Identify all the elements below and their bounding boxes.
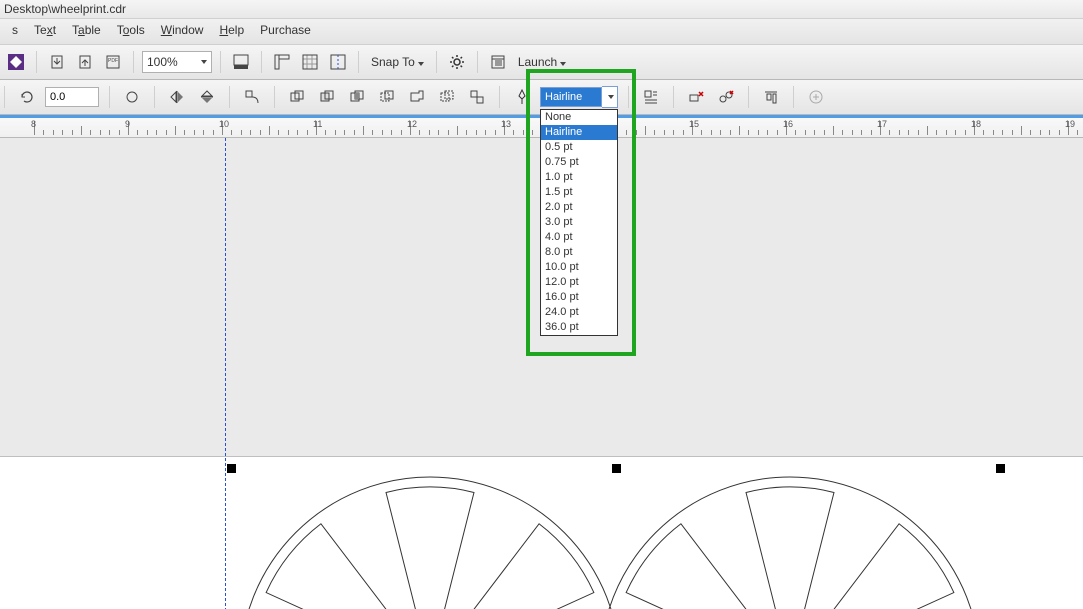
pen-outline-icon	[510, 85, 534, 109]
outline-width-option[interactable]: 10.0 pt	[541, 260, 617, 275]
export-icon[interactable]	[73, 50, 97, 74]
show-guidelines-icon[interactable]	[326, 50, 350, 74]
selection-handle[interactable]	[996, 464, 1005, 473]
outline-width-option[interactable]: 8.0 pt	[541, 245, 617, 260]
round-corner-icon[interactable]	[120, 85, 144, 109]
options-gear-icon[interactable]	[445, 50, 469, 74]
rotation-angle-input[interactable]	[45, 87, 99, 107]
front-minus-back-icon[interactable]	[405, 85, 429, 109]
back-minus-front-icon[interactable]	[435, 85, 459, 109]
delete-segment-icon[interactable]	[684, 85, 708, 109]
import-icon[interactable]	[45, 50, 69, 74]
show-grid-icon[interactable]	[298, 50, 322, 74]
outline-width-option[interactable]: 1.5 pt	[541, 185, 617, 200]
to-curves-icon[interactable]	[240, 85, 264, 109]
outline-width-combo[interactable]: NoneHairline0.5 pt0.75 pt1.0 pt1.5 pt2.0…	[540, 87, 618, 107]
weld-icon[interactable]	[285, 85, 309, 109]
menu-item[interactable]: Help	[211, 21, 252, 39]
outline-width-option[interactable]: 4.0 pt	[541, 230, 617, 245]
rotate-icon[interactable]	[15, 85, 39, 109]
menu-bar: sTextTableToolsWindowHelpPurchase	[0, 19, 1083, 45]
outline-width-option[interactable]: 0.75 pt	[541, 155, 617, 170]
outline-width-input[interactable]	[540, 87, 602, 107]
simplify-icon[interactable]	[375, 85, 399, 109]
mirror-horizontal-icon[interactable]	[165, 85, 189, 109]
zoom-level[interactable]: 100%	[142, 51, 212, 73]
outline-width-option[interactable]: 12.0 pt	[541, 275, 617, 290]
trim-icon[interactable]	[315, 85, 339, 109]
pdf-publish-icon[interactable]: PDF	[101, 50, 125, 74]
svg-text:PDF: PDF	[108, 58, 118, 64]
mirror-vertical-icon[interactable]	[195, 85, 219, 109]
launch-dropdown[interactable]: Launch	[514, 55, 570, 69]
menu-item[interactable]: s	[4, 21, 26, 39]
wrap-text-icon[interactable]	[639, 85, 663, 109]
outline-width-option[interactable]: 3.0 pt	[541, 215, 617, 230]
boundary-icon[interactable]	[465, 85, 489, 109]
selection-handle[interactable]	[227, 464, 236, 473]
outline-width-option[interactable]: 36.0 pt	[541, 320, 617, 335]
add-preset-icon[interactable]	[804, 85, 828, 109]
full-screen-preview-icon[interactable]	[229, 50, 253, 74]
menu-item[interactable]: Text	[26, 21, 64, 39]
menu-item[interactable]: Tools	[109, 21, 153, 39]
break-apart-icon[interactable]	[714, 85, 738, 109]
outline-width-dropdown-button[interactable]	[602, 86, 618, 108]
outline-width-option[interactable]: 24.0 pt	[541, 305, 617, 320]
title-bar: Desktop\wheelprint.cdr	[0, 0, 1083, 19]
document-path: Desktop\wheelprint.cdr	[4, 2, 126, 16]
standard-toolbar: PDF 100% Snap To Launch	[0, 45, 1083, 80]
menu-item[interactable]: Purchase	[252, 21, 319, 39]
outline-width-option[interactable]: 0.5 pt	[541, 140, 617, 155]
show-rulers-icon[interactable]	[270, 50, 294, 74]
outline-width-option[interactable]: Hairline	[541, 125, 617, 140]
outline-width-dropdown-list[interactable]: NoneHairline0.5 pt0.75 pt1.0 pt1.5 pt2.0…	[540, 109, 618, 336]
menu-item[interactable]: Table	[64, 21, 109, 39]
outline-width-option[interactable]: None	[541, 110, 617, 125]
menu-item[interactable]: Window	[153, 21, 212, 39]
application-launcher-icon[interactable]	[486, 50, 510, 74]
outline-width-option[interactable]: 16.0 pt	[541, 290, 617, 305]
outline-width-option[interactable]: 2.0 pt	[541, 200, 617, 215]
align-distribute-icon[interactable]	[759, 85, 783, 109]
outline-width-option[interactable]: 1.0 pt	[541, 170, 617, 185]
property-bar: NoneHairline0.5 pt0.75 pt1.0 pt1.5 pt2.0…	[0, 80, 1083, 115]
ungroup-all-icon[interactable]	[4, 50, 28, 74]
selection-handle[interactable]	[612, 464, 621, 473]
intersect-icon[interactable]	[345, 85, 369, 109]
snap-to-dropdown[interactable]: Snap To	[367, 55, 428, 69]
